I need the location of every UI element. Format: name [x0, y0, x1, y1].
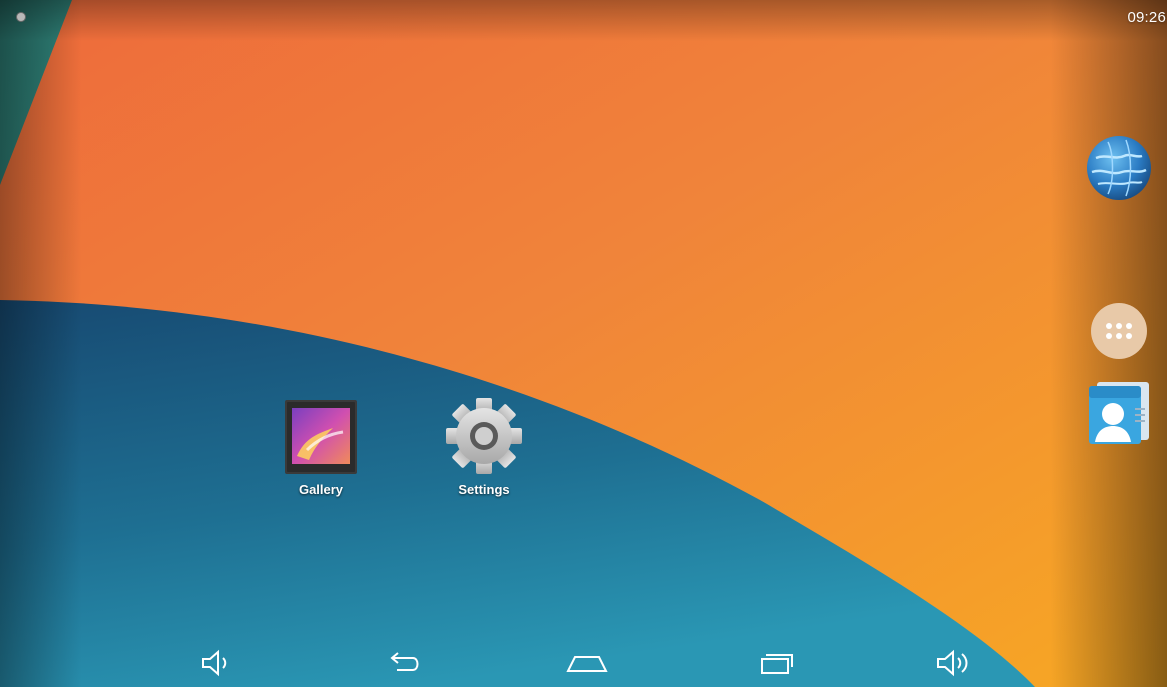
status-clock: 09:26: [1127, 9, 1166, 26]
volume-up-icon: [937, 649, 968, 677]
navigation-bar: [0, 639, 1167, 687]
notification-dot-icon: [16, 12, 26, 22]
volume-down-button[interactable]: [186, 645, 246, 681]
app-label: Gallery: [298, 482, 344, 497]
dock-all-apps[interactable]: [1090, 302, 1148, 365]
volume-up-button[interactable]: [924, 645, 984, 681]
home-button[interactable]: [557, 645, 617, 681]
dock-browser[interactable]: [1086, 134, 1152, 207]
gallery-icon: [285, 400, 357, 474]
back-button[interactable]: [373, 645, 433, 681]
status-bar: 09:26: [0, 0, 1167, 30]
app-settings[interactable]: Settings: [429, 396, 539, 497]
wallpaper: [0, 0, 1167, 687]
back-icon: [390, 652, 419, 671]
dock-contacts[interactable]: [1087, 380, 1151, 451]
app-label: Settings: [458, 482, 510, 497]
all-apps-icon: [1091, 303, 1147, 359]
settings-gear-icon: [446, 398, 522, 474]
contacts-icon: [1089, 382, 1149, 444]
app-gallery[interactable]: Gallery: [266, 398, 376, 497]
volume-down-icon: [202, 649, 227, 677]
home-icon: [566, 656, 608, 672]
recent-apps-icon: [761, 654, 793, 674]
browser-globe-icon: [1087, 136, 1151, 200]
recent-apps-button[interactable]: [744, 645, 804, 681]
